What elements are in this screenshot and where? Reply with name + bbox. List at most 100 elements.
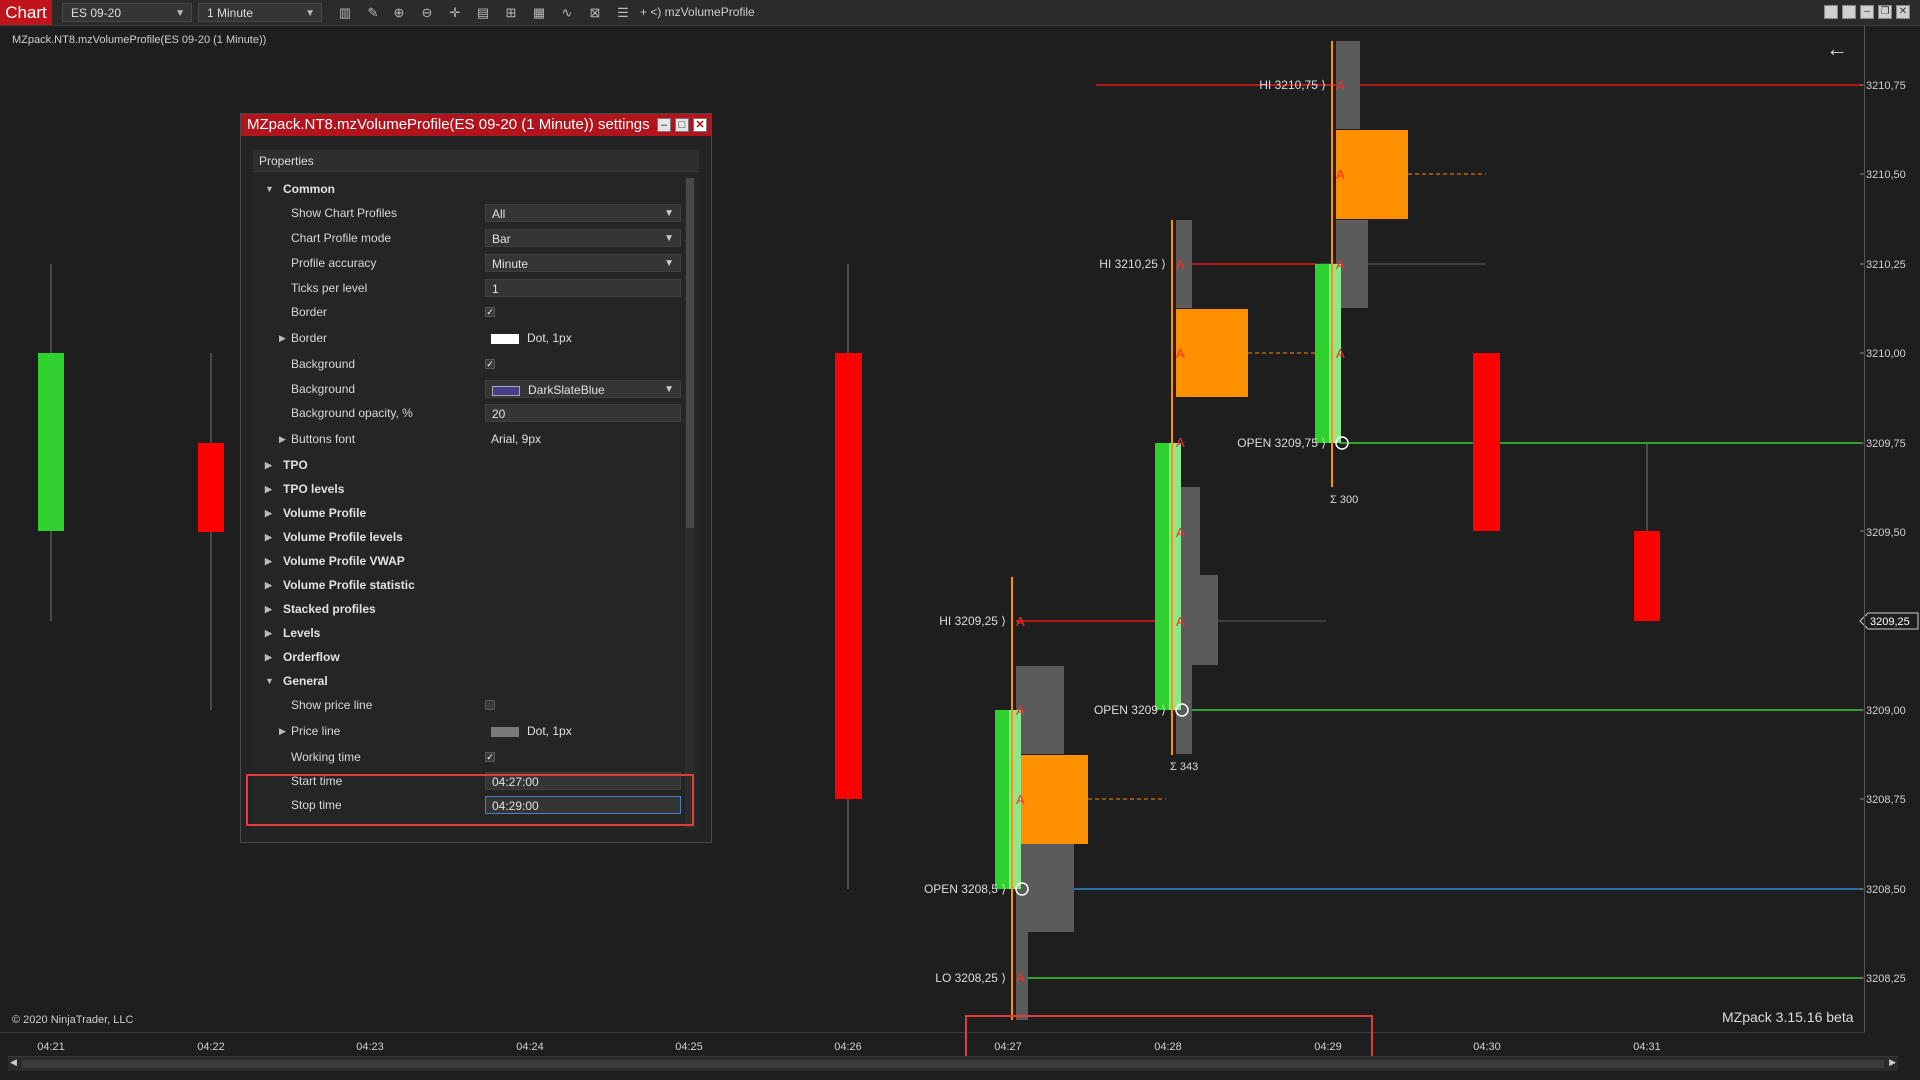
- prop-label: Border: [291, 305, 328, 319]
- instrument-selector[interactable]: ES 09-20 ▼: [62, 3, 192, 22]
- properties-icon[interactable]: ⊠: [586, 4, 604, 21]
- prop-label: Buttons font: [291, 432, 356, 446]
- collapsed-arrow-icon[interactable]: ▶: [279, 720, 289, 742]
- draw-tool-icon[interactable]: ✎: [364, 4, 382, 21]
- open-marker-3: [1335, 436, 1349, 450]
- scroll-thumb[interactable]: [686, 178, 694, 528]
- category-levels[interactable]: ▶ Levels: [253, 622, 683, 644]
- scroll-right-icon[interactable]: ▶: [1889, 1057, 1896, 1068]
- horizontal-scrollbar[interactable]: ◀ ▶: [8, 1056, 1898, 1071]
- interval-selector[interactable]: 1 Minute ▼: [198, 3, 322, 22]
- time-settings-highlight: [246, 774, 694, 826]
- dialog-titlebar[interactable]: MZpack.NT8.mzVolumeProfile(ES 09-20 (1 M…: [241, 114, 711, 136]
- properties-scrollbar[interactable]: [685, 178, 695, 828]
- scroll-left-icon[interactable]: ◀: [10, 1057, 17, 1068]
- close-icon[interactable]: ✕: [693, 118, 707, 132]
- chevron-down-icon: ▼: [175, 8, 185, 19]
- collapsed-arrow-icon: ▶: [265, 580, 272, 590]
- category-volume-profile-vwap[interactable]: ▶ Volume Profile VWAP: [253, 550, 683, 572]
- category-label: Orderflow: [283, 650, 340, 664]
- price-line-value[interactable]: Dot, 1px: [485, 722, 681, 740]
- window-tile-icon[interactable]: [1842, 5, 1856, 19]
- expanded-arrow-icon: ▼: [265, 676, 274, 686]
- list-icon[interactable]: ☰: [614, 4, 632, 21]
- candle-down: [1473, 353, 1500, 531]
- bar-type-icon[interactable]: ▥: [336, 4, 354, 21]
- open-label-3: OPEN 3209,75 ⟩: [1237, 436, 1326, 450]
- ticks-per-level-input[interactable]: 1: [485, 279, 681, 297]
- background-color-select[interactable]: DarkSlateBlue ▼: [485, 380, 681, 398]
- show-price-line-checkbox[interactable]: [485, 700, 495, 710]
- instrument-value: ES 09-20: [71, 6, 122, 20]
- zoom-out-icon[interactable]: ⊖: [418, 4, 436, 21]
- color-swatch: [491, 726, 519, 737]
- category-volume-profile[interactable]: ▶ Volume Profile: [253, 502, 683, 524]
- tpo-letter: A: [1176, 435, 1185, 450]
- prop-show-price-line: Show price line: [253, 694, 683, 716]
- chart-profile-mode-select[interactable]: Bar ▼: [485, 229, 681, 247]
- maximize-icon[interactable]: □: [675, 118, 689, 132]
- minimize-icon[interactable]: –: [657, 118, 671, 132]
- open-label-2: OPEN 3209 ⟩: [1094, 703, 1166, 717]
- category-volume-profile-statistic[interactable]: ▶ Volume Profile statistic: [253, 574, 683, 596]
- prop-label: Border: [291, 331, 328, 345]
- chart-trader-icon[interactable]: ▦: [530, 4, 548, 21]
- chevron-down-icon: ▼: [664, 384, 674, 395]
- lo-label-1: LO 3208,25 ⟩: [935, 971, 1006, 985]
- prop-show-chart-profiles: Show Chart Profiles All ▼: [253, 202, 683, 224]
- tpo-letter: A: [1176, 614, 1185, 629]
- category-stacked-profiles[interactable]: ▶ Stacked profiles: [253, 598, 683, 620]
- profile-accuracy-select[interactable]: Minute ▼: [485, 254, 681, 272]
- close-icon[interactable]: ✕: [1896, 5, 1910, 19]
- category-common[interactable]: ▼ Common: [253, 178, 683, 200]
- profile-3-body: [1315, 264, 1329, 443]
- price-axis[interactable]: [1864, 26, 1920, 1032]
- candle-down: [835, 353, 862, 799]
- category-orderflow[interactable]: ▶ Orderflow: [253, 646, 683, 668]
- copyright-text: © 2020 NinjaTrader, LLC: [12, 1014, 134, 1026]
- background-checkbox[interactable]: ✓: [485, 359, 495, 369]
- background-opacity-input[interactable]: 20: [485, 404, 681, 422]
- zoom-in-icon[interactable]: ⊕: [390, 4, 408, 21]
- prop-label: Profile accuracy: [291, 256, 377, 270]
- scroll-thumb[interactable]: [22, 1060, 1884, 1068]
- prop-label: Show Chart Profiles: [291, 206, 398, 220]
- minimize-icon[interactable]: –: [1860, 5, 1874, 19]
- prop-label: Chart Profile mode: [291, 231, 392, 245]
- chevron-down-icon: ▼: [305, 8, 315, 19]
- crosshair-icon[interactable]: ✛: [446, 4, 464, 21]
- chart-tab[interactable]: Chart: [0, 0, 52, 25]
- working-time-checkbox[interactable]: ✓: [485, 752, 495, 762]
- profile-1-body-inner: [1009, 710, 1021, 889]
- border-checkbox[interactable]: ✓: [485, 307, 495, 317]
- border-style-value[interactable]: Dot, 1px: [485, 329, 681, 347]
- profile-3-poc: [1336, 130, 1408, 219]
- indicator-icon[interactable]: ∿: [558, 4, 576, 21]
- category-label: Levels: [283, 626, 321, 640]
- show-chart-profiles-select[interactable]: All ▼: [485, 204, 681, 222]
- collapsed-arrow-icon[interactable]: ▶: [279, 428, 289, 450]
- back-arrow-icon[interactable]: ←: [1826, 36, 1848, 62]
- restore-icon[interactable]: ❐: [1878, 5, 1892, 19]
- tpo-letter: A: [1016, 703, 1025, 718]
- strategy-icon[interactable]: ⊞: [502, 4, 520, 21]
- chart-toolbar: Chart ES 09-20 ▼ 1 Minute ▼ ▥ ✎ ⊕ ⊖ ✛ ▤ ⊞ …: [0, 0, 1920, 26]
- data-box-icon[interactable]: ▤: [474, 4, 492, 21]
- indicator-label[interactable]: + <) mzVolumeProfile: [640, 0, 755, 25]
- expanded-arrow-icon: ▼: [265, 184, 274, 194]
- category-label: Volume Profile: [283, 506, 367, 520]
- collapsed-arrow-icon[interactable]: ▶: [279, 327, 289, 349]
- profile-1-body: [995, 710, 1009, 889]
- category-tpo-levels[interactable]: ▶ TPO levels: [253, 478, 683, 500]
- category-volume-profile-levels[interactable]: ▶ Volume Profile levels: [253, 526, 683, 548]
- profile-3-body-inner: [1329, 264, 1341, 443]
- candle-down: [198, 443, 224, 532]
- prop-label: Price line: [291, 724, 341, 738]
- profile-2-level: [1176, 575, 1218, 665]
- window-grid-icon[interactable]: [1824, 5, 1838, 19]
- buttons-font-value[interactable]: Arial, 9px: [485, 430, 681, 448]
- profile-3-level: [1336, 220, 1368, 308]
- category-general[interactable]: ▼ General: [253, 670, 683, 692]
- tpo-letter: A: [1016, 792, 1025, 807]
- category-tpo[interactable]: ▶ TPO: [253, 454, 683, 476]
